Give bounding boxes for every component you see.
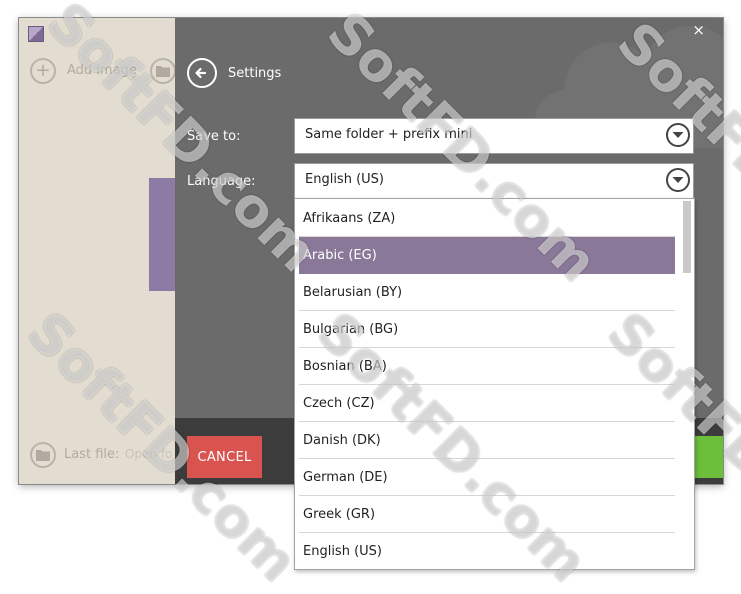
image-thumbnail xyxy=(149,178,175,291)
save-to-select[interactable]: Same folder + prefix mini xyxy=(294,118,694,154)
open-file-link[interactable]: Open fo xyxy=(125,447,172,461)
language-value: English (US) xyxy=(305,172,384,187)
language-option[interactable]: German (DE) xyxy=(299,459,675,496)
folder-icon xyxy=(36,450,50,461)
save-to-value: Same folder + prefix mini xyxy=(305,127,473,142)
language-option[interactable]: English (US) xyxy=(299,533,675,569)
language-option[interactable]: Czech (CZ) xyxy=(299,385,675,422)
folder-icon xyxy=(156,66,170,77)
language-dropdown-list: Afrikaans (ZA) Arabic (EG) Belarusian (B… xyxy=(294,198,695,570)
add-image-label[interactable]: Add image xyxy=(67,63,137,78)
plus-icon: + xyxy=(35,60,51,81)
left-panel: + Add image Last file: Open fo xyxy=(19,18,176,484)
back-arrow-icon xyxy=(195,67,207,79)
language-option[interactable]: Afrikaans (ZA) xyxy=(299,200,675,237)
open-folder-button[interactable] xyxy=(150,58,176,84)
chevron-down-icon[interactable] xyxy=(666,123,690,147)
language-option[interactable]: Bosnian (BA) xyxy=(299,348,675,385)
close-icon[interactable]: × xyxy=(692,21,705,39)
app-logo-icon xyxy=(28,26,44,42)
language-select[interactable]: English (US) xyxy=(294,163,694,199)
language-option[interactable]: Greek (GR) xyxy=(299,496,675,533)
add-image-button[interactable]: + xyxy=(30,58,56,84)
cancel-button[interactable]: CANCEL xyxy=(187,436,262,478)
save-to-label: Save to: xyxy=(187,129,241,144)
language-option-highlighted[interactable]: Arabic (EG) xyxy=(299,237,675,274)
back-button[interactable] xyxy=(187,58,217,88)
language-option[interactable]: Belarusian (BY) xyxy=(299,274,675,311)
last-file-label: Last file: xyxy=(64,447,120,462)
confirm-button[interactable] xyxy=(695,436,723,478)
chevron-down-icon[interactable] xyxy=(666,168,690,192)
language-option[interactable]: Bulgarian (BG) xyxy=(299,311,675,348)
settings-title: Settings xyxy=(228,66,282,81)
language-label: Language: xyxy=(187,174,256,189)
scrollbar-thumb[interactable] xyxy=(683,201,691,273)
last-file-folder-button[interactable] xyxy=(30,442,56,468)
language-option[interactable]: Danish (DK) xyxy=(299,422,675,459)
